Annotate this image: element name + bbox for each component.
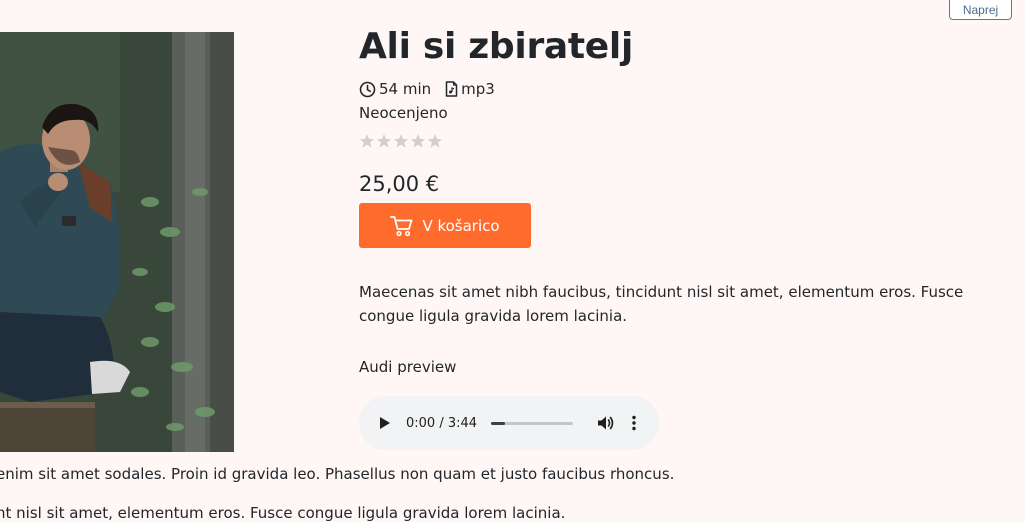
audio-player[interactable]: 0:00 / 3:44: [359, 396, 659, 450]
star-icon[interactable]: [359, 133, 375, 149]
star-icon[interactable]: [376, 133, 392, 149]
file-audio-icon: [445, 81, 458, 97]
format-meta: mp3: [445, 80, 495, 98]
add-to-cart-button[interactable]: V košarico: [359, 203, 531, 248]
product-image: [0, 32, 234, 452]
product-title: Ali si zbiratelj: [359, 26, 633, 67]
more-vertical-icon[interactable]: [629, 414, 639, 432]
star-icon[interactable]: [393, 133, 409, 149]
rating-stars[interactable]: [359, 133, 443, 149]
product-price: 25,00 €: [359, 172, 440, 196]
star-icon[interactable]: [427, 133, 443, 149]
audio-preview-label: Audi preview: [359, 358, 457, 376]
audio-progress-fill: [491, 421, 505, 425]
long-description-line: nt nisl sit amet, elementum eros. Fusce …: [0, 504, 566, 522]
format-text: mp3: [461, 80, 495, 98]
play-icon[interactable]: [377, 415, 393, 431]
audio-progress-bar[interactable]: [491, 421, 574, 425]
rating-text: Neocenjeno: [359, 104, 448, 122]
product-meta: 54 min mp3: [359, 80, 495, 98]
duration-text: 54 min: [379, 80, 432, 98]
long-description-line: enim sit amet sodales. Proin id gravida …: [0, 465, 675, 483]
duration-meta: 54 min: [359, 80, 431, 98]
volume-icon[interactable]: [597, 414, 615, 432]
audio-time: 0:00 / 3:44: [406, 415, 478, 431]
star-icon[interactable]: [410, 133, 426, 149]
next-button[interactable]: Naprej: [949, 0, 1012, 20]
product-photo: [0, 32, 234, 452]
clock-icon: [359, 81, 376, 98]
add-to-cart-label: V košarico: [422, 216, 500, 235]
cart-icon: [390, 215, 414, 237]
product-description: Maecenas sit amet nibh faucibus, tincidu…: [359, 283, 964, 325]
